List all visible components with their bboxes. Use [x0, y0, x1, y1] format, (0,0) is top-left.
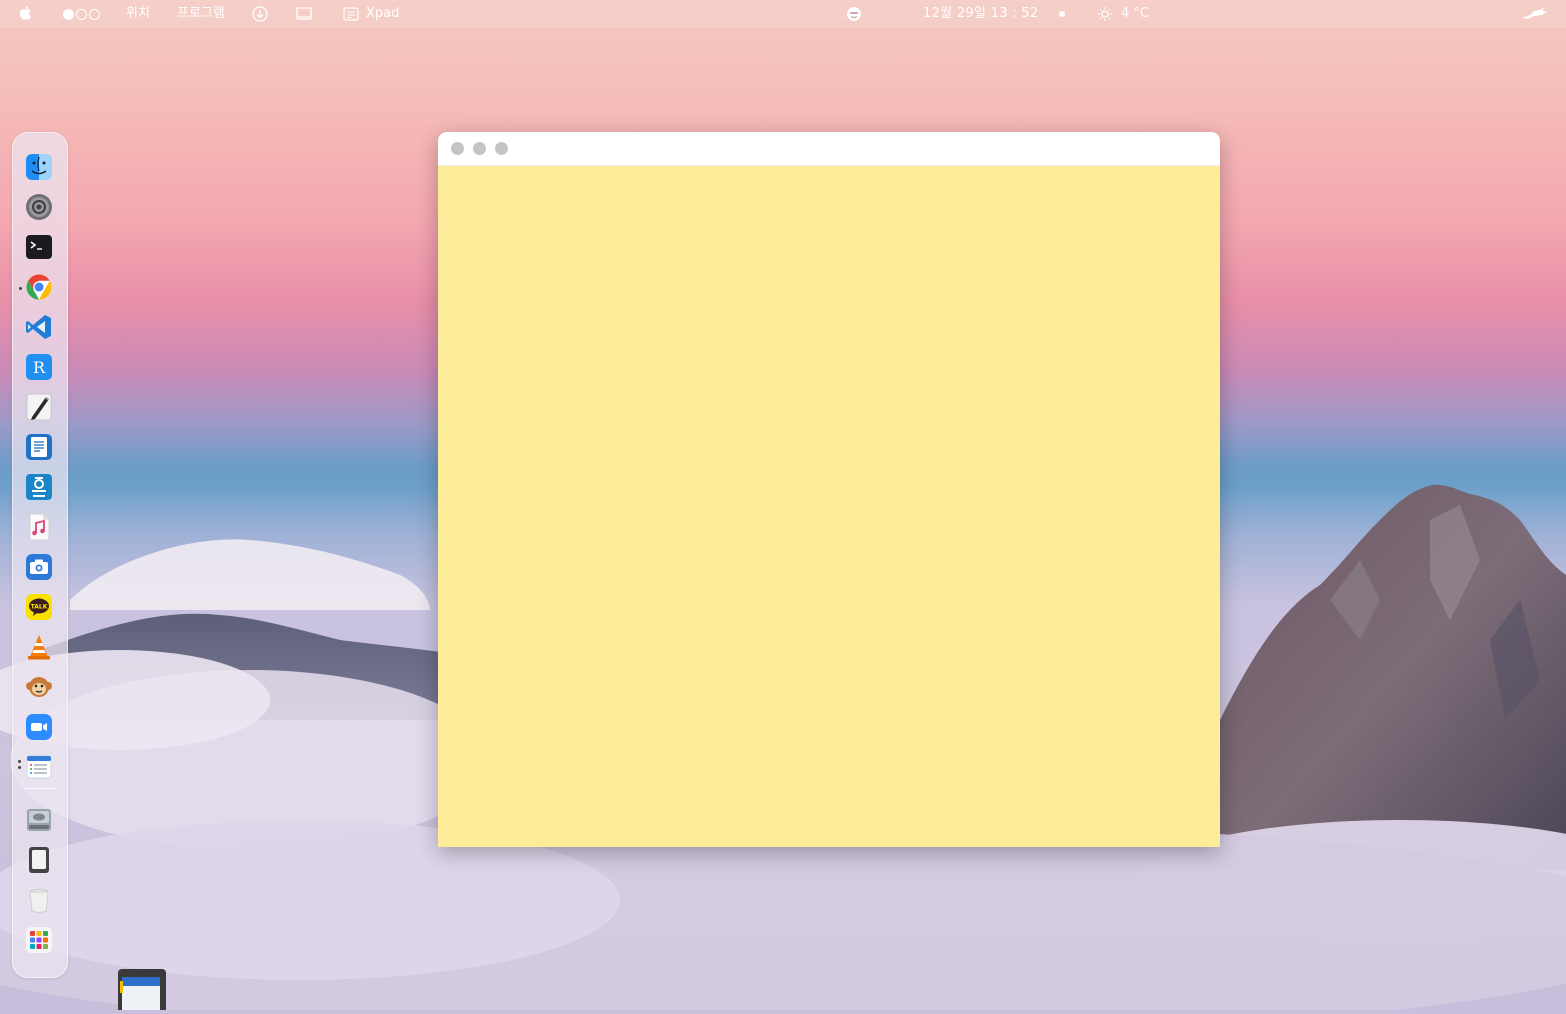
sd-card-icon[interactable]	[25, 846, 53, 874]
programs-menu[interactable]: 프로그램	[177, 0, 225, 28]
disk-icon[interactable]	[25, 806, 53, 834]
svg-text:TALK: TALK	[31, 604, 48, 611]
minimize-button[interactable]	[473, 142, 486, 155]
sun-icon	[1098, 7, 1112, 21]
apple-menu-icon[interactable]	[16, 0, 34, 28]
dock-separator	[25, 788, 55, 789]
notification-dot[interactable]	[1059, 11, 1065, 17]
top-menu-bar: 위치 프로그램 Xpad 12월 29일 13 : 52 4 °C	[0, 0, 1566, 28]
workspace-switcher[interactable]	[63, 9, 100, 20]
places-menu[interactable]: 위치	[126, 0, 150, 28]
vscode-icon[interactable]	[25, 313, 53, 341]
running-indicator	[18, 760, 21, 763]
finder-icon[interactable]	[25, 153, 53, 181]
chrome-icon[interactable]	[25, 273, 53, 301]
zoom-icon[interactable]	[25, 713, 53, 741]
xpad-icon[interactable]	[25, 753, 53, 781]
workspace-dot-active[interactable]	[63, 9, 74, 20]
download-icon[interactable]	[251, 5, 269, 23]
display-icon[interactable]	[295, 5, 313, 23]
monkey-app-icon[interactable]	[25, 673, 53, 701]
hangul-icon[interactable]	[25, 473, 53, 501]
running-indicator	[19, 287, 22, 290]
window-titlebar[interactable]	[438, 132, 1220, 166]
r-app-icon[interactable]: R	[25, 353, 53, 381]
document-viewer-icon[interactable]	[25, 433, 53, 461]
user-status-icon[interactable]	[845, 5, 863, 23]
temperature-label: 4 °C	[1121, 6, 1149, 21]
desktop-sd-card-icon[interactable]	[116, 967, 168, 1014]
workspace-dot[interactable]	[76, 9, 87, 20]
close-button[interactable]	[451, 142, 464, 155]
clock-datetime[interactable]: 12월 29일 13 : 52	[923, 0, 1039, 28]
active-app-name: Xpad	[366, 6, 400, 21]
maximize-button[interactable]	[495, 142, 508, 155]
music-icon[interactable]	[25, 513, 53, 541]
terminal-icon[interactable]	[25, 233, 53, 261]
system-tray-icon[interactable]	[1520, 5, 1550, 23]
settings-icon[interactable]	[25, 193, 53, 221]
weather-indicator[interactable]: 4 °C	[1097, 0, 1149, 28]
app-grid-icon[interactable]	[25, 926, 53, 954]
text-editor-icon[interactable]	[25, 393, 53, 421]
workspace-dot[interactable]	[89, 9, 100, 20]
svg-text:R: R	[33, 358, 46, 377]
application-dock: R TALK	[12, 132, 68, 978]
running-indicator	[18, 766, 21, 769]
kakaotalk-icon[interactable]: TALK	[25, 593, 53, 621]
xpad-app-icon	[343, 7, 359, 21]
camera-icon[interactable]	[25, 553, 53, 581]
note-text-area[interactable]	[438, 166, 1220, 847]
vlc-icon[interactable]	[25, 633, 53, 661]
trash-icon[interactable]	[25, 886, 53, 914]
xpad-note-window[interactable]	[438, 132, 1220, 847]
active-app-menu[interactable]: Xpad	[343, 0, 399, 28]
